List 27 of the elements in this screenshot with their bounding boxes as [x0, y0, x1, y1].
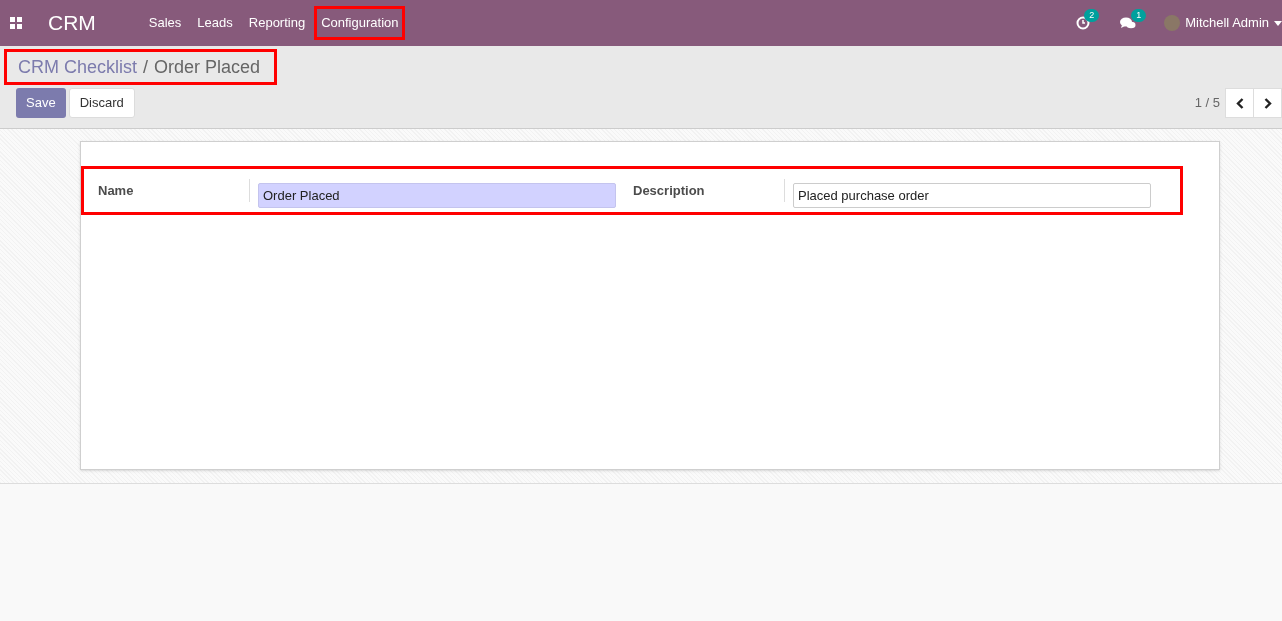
user-menu[interactable]: Mitchell Admin	[1185, 13, 1269, 33]
menu-item[interactable]: Reporting	[241, 7, 313, 39]
field-label: Description	[633, 179, 785, 202]
chevron-right-icon	[1263, 97, 1272, 109]
discard-button[interactable]: Discard	[68, 88, 135, 118]
breadcrumb-current: Order Placed	[154, 55, 261, 79]
clock-icon[interactable]	[1076, 16, 1091, 30]
chat-bubbles-icon[interactable]	[1120, 16, 1137, 30]
breadcrumb-link[interactable]: CRM Checklist	[18, 53, 137, 81]
menu-item[interactable]: Leads	[190, 7, 240, 39]
breadcrumb-separator: /	[143, 55, 149, 79]
caret-down-icon[interactable]	[1274, 20, 1282, 26]
user-avatar	[1164, 15, 1181, 31]
name-field[interactable]: Order Placed	[258, 183, 616, 208]
apps-menu-icon[interactable]	[10, 17, 22, 29]
pager-value: 1 / 5	[1194, 94, 1220, 113]
menu-item[interactable]: Configuration	[314, 6, 406, 40]
activity-count-badge: 2	[1084, 9, 1100, 22]
app-title[interactable]: CRM	[48, 7, 96, 39]
chevron-left-icon	[1235, 97, 1244, 109]
previous-button[interactable]	[1225, 88, 1254, 118]
save-button[interactable]: Save	[16, 88, 66, 118]
next-button[interactable]	[1254, 88, 1282, 118]
message-count-badge: 1	[1131, 9, 1147, 22]
description-field[interactable]: Placed purchase order	[793, 183, 1151, 208]
menu-item[interactable]: Sales	[141, 7, 189, 39]
field-label: Name	[98, 179, 250, 202]
